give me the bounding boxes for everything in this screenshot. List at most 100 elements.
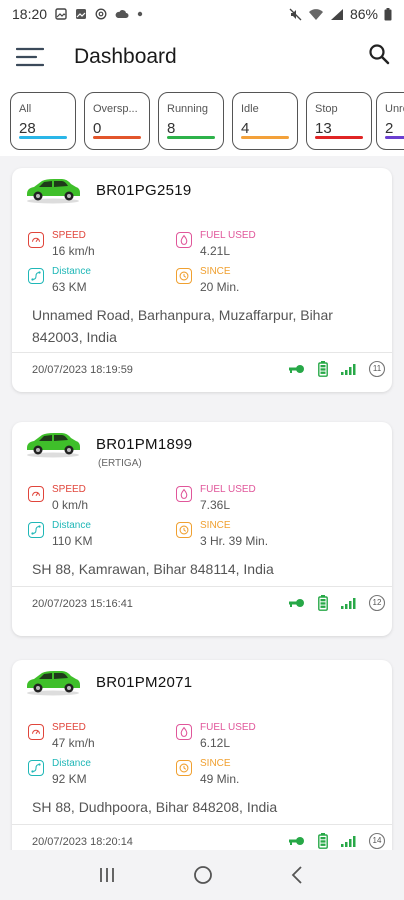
since-label: SINCE <box>200 520 231 531</box>
gsm-signal-icon <box>341 598 356 609</box>
device-status-icons: 11 <box>288 360 386 378</box>
gsm-signal-icon <box>341 364 356 375</box>
filter-label: Oversp... <box>93 103 138 115</box>
page-title: Dashboard <box>74 45 177 68</box>
filter-label: Stop <box>315 103 338 115</box>
filter-label: Running <box>167 103 208 115</box>
filter-count: 2 <box>385 120 394 137</box>
filter-all[interactable]: All 28 <box>10 92 76 150</box>
filter-color-bar <box>19 136 67 139</box>
photo-notification-icon <box>76 9 87 19</box>
filter-idle[interactable]: Idle 4 <box>232 92 298 150</box>
filter-stop[interactable]: Stop 13 <box>306 92 372 150</box>
since-value: 3 Hr. 39 Min. <box>200 534 269 548</box>
fuel-drop-icon <box>176 232 192 248</box>
filter-label: Unre... <box>385 103 404 115</box>
cloud-icon <box>115 10 129 18</box>
menu-icon[interactable] <box>16 47 44 67</box>
satellite-count-badge: 14 <box>368 832 386 850</box>
vehicle-card[interactable]: BR01PM1899 (ERTIGA) SPEED 0 km/h FUEL US… <box>12 422 392 636</box>
ignition-key-icon <box>289 599 304 607</box>
speed-value: 0 km/h <box>52 498 89 512</box>
ignition-key-icon <box>289 365 304 373</box>
card-divider <box>12 824 392 825</box>
distance-label: Distance <box>52 520 91 531</box>
back-icon[interactable] <box>289 865 307 885</box>
last-update-timestamp: 20/07/2023 18:19:59 <box>32 364 133 376</box>
distance-label: Distance <box>52 758 91 769</box>
at-notification-icon <box>95 8 107 20</box>
battery-percent: 86% <box>349 6 378 22</box>
satellite-count-badge: 11 <box>368 360 386 378</box>
route-icon <box>28 522 44 538</box>
satellite-count: 11 <box>372 364 382 373</box>
dot-icon <box>137 11 143 17</box>
filter-count: 8 <box>167 120 176 137</box>
filter-overspeed[interactable]: Oversp... 0 <box>84 92 150 150</box>
vehicle-plate: BR01PM2071 <box>96 674 193 691</box>
last-update-timestamp: 20/07/2023 15:16:41 <box>32 598 133 610</box>
last-update-timestamp: 20/07/2023 18:20:14 <box>32 836 133 848</box>
device-status-icons: 14 <box>288 832 386 850</box>
fuel-drop-icon <box>176 724 192 740</box>
gallery-notification-icon <box>55 8 67 20</box>
speed-value: 16 km/h <box>52 244 95 258</box>
vehicle-address: SH 88, Kamrawan, Bihar 848114, India <box>32 561 274 577</box>
wifi-icon <box>308 8 323 20</box>
speedometer-icon <box>28 232 44 248</box>
recent-apps-icon[interactable] <box>97 866 117 884</box>
vehicle-address: SH 88, Dudhpoora, Bihar 848208, India <box>32 799 278 815</box>
filter-count: 4 <box>241 120 250 137</box>
fuel-drop-icon <box>176 486 192 502</box>
filter-unreachable[interactable]: Unre... 2 <box>376 92 404 150</box>
signal-icon <box>330 8 343 20</box>
satellite-count: 12 <box>372 598 382 607</box>
speed-label: SPEED <box>52 230 86 241</box>
filter-count: 28 <box>19 120 36 137</box>
vehicle-address: Unnamed Road, Barhanpura, Muzaffarpur, B… <box>32 307 333 345</box>
ignition-key-icon <box>289 837 304 845</box>
filter-color-bar <box>93 136 141 139</box>
home-icon[interactable] <box>192 864 214 886</box>
distance-value: 92 KM <box>52 772 87 786</box>
vehicle-model: (ERTIGA) <box>98 458 142 469</box>
car-icon <box>27 179 80 204</box>
speedometer-icon <box>28 486 44 502</box>
satellite-count-badge: 12 <box>368 594 386 612</box>
fuel-value: 4.21L <box>200 244 231 258</box>
since-value: 49 Min. <box>200 772 240 786</box>
speedometer-icon <box>28 724 44 740</box>
since-label: SINCE <box>200 266 231 277</box>
fuel-value: 7.36L <box>200 498 231 512</box>
vehicle-plate: BR01PG2519 <box>96 182 192 199</box>
distance-value: 110 KM <box>52 534 93 548</box>
status-time: 18:20 <box>12 6 48 22</box>
speed-value: 47 km/h <box>52 736 95 750</box>
filter-count: 13 <box>315 120 332 137</box>
card-divider <box>12 352 392 353</box>
distance-value: 63 KM <box>52 280 87 294</box>
vehicle-card[interactable]: BR01PM2071 SPEED 47 km/h FUEL USED 6.12L… <box>12 660 392 860</box>
satellite-count: 14 <box>372 836 382 845</box>
filter-count: 0 <box>93 120 102 137</box>
battery-icon <box>384 7 392 20</box>
filter-label: All <box>19 103 32 115</box>
distance-label: Distance <box>52 266 91 277</box>
battery-status-icon <box>318 833 328 849</box>
battery-status-icon <box>318 361 328 377</box>
filter-color-bar <box>167 136 215 139</box>
filter-color-bar <box>385 136 404 139</box>
car-icon <box>27 671 80 696</box>
clock-icon <box>176 522 192 538</box>
route-icon <box>28 760 44 776</box>
filter-running[interactable]: Running 8 <box>158 92 224 150</box>
vehicle-plate: BR01PM1899 <box>96 436 193 453</box>
search-icon[interactable] <box>368 43 390 65</box>
vehicle-card[interactable]: BR01PG2519 SPEED 16 km/h FUEL USED 4.21L… <box>12 168 392 392</box>
fuel-value: 6.12L <box>200 736 231 750</box>
system-nav-bar <box>0 850 404 900</box>
car-icon <box>27 433 80 458</box>
since-value: 20 Min. <box>200 280 240 294</box>
filter-color-bar <box>241 136 289 139</box>
status-filter-row: All 28 Oversp... 0 Running 8 Idle 4 Stop… <box>0 86 404 156</box>
